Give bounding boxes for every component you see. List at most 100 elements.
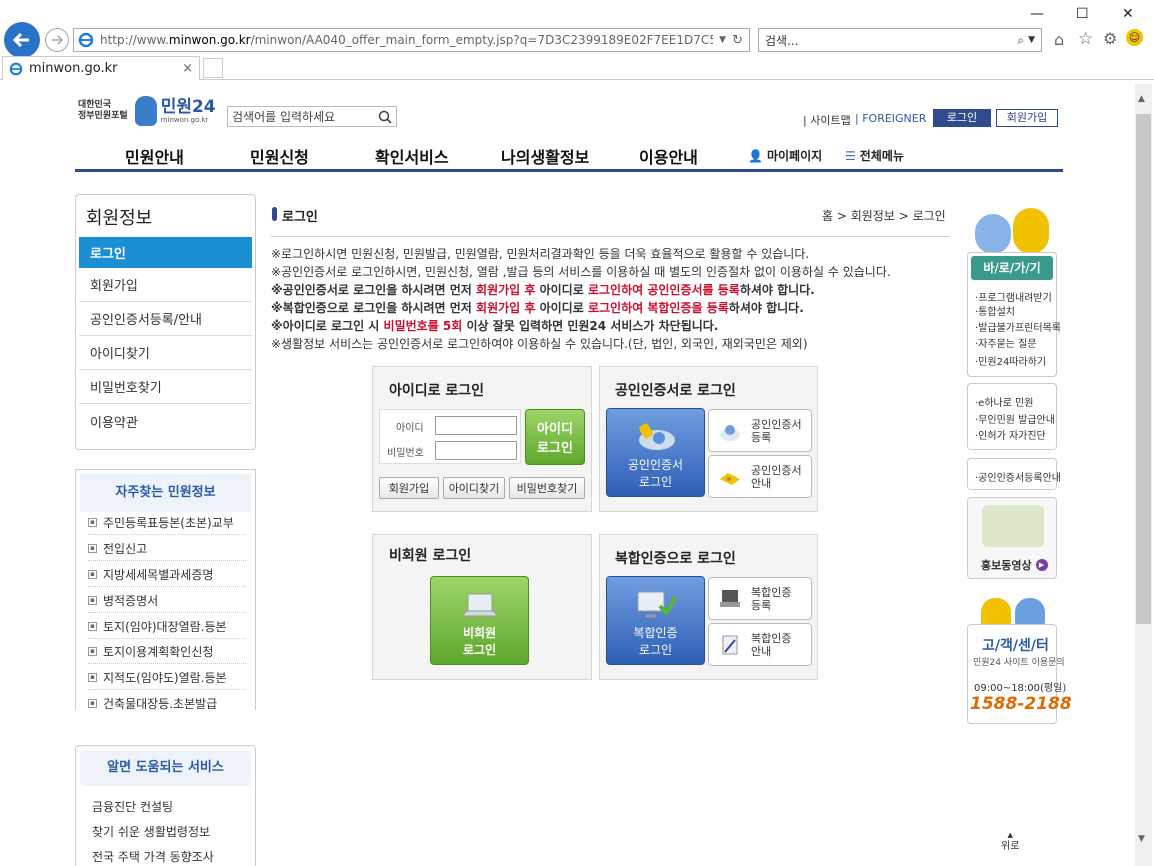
arrow-left-icon bbox=[12, 32, 29, 48]
mascot-logo-icon bbox=[134, 96, 157, 126]
quick-link[interactable]: ·민원24따라하기 bbox=[975, 353, 1046, 368]
site-search-input[interactable]: 검색어를 입력하세요 bbox=[227, 106, 397, 127]
multi-login-title: 복합인증으로 로그인 bbox=[615, 551, 736, 567]
favorite-item[interactable]: ▪ 주민등록표등본(초본)교부 bbox=[88, 510, 246, 535]
multi-register-button[interactable]: 복합인증 등록 bbox=[708, 577, 812, 620]
nav-check-service[interactable]: 확인서비스 bbox=[375, 144, 449, 168]
breadcrumb: 홈 > 회원정보 > 로그인 bbox=[822, 209, 946, 223]
lnb-title: 회원정보 bbox=[86, 208, 153, 229]
search-icon[interactable]: ⌕ bbox=[1017, 33, 1024, 48]
quick-link[interactable]: ·프로그램내려받기 bbox=[975, 289, 1052, 304]
bullet-icon: ▪ bbox=[88, 595, 97, 605]
address-bar[interactable]: http://www.minwon.go.kr/minwon/AA040_off… bbox=[73, 28, 750, 52]
favorites-star-icon[interactable]: ☆ bbox=[1078, 29, 1093, 49]
password-input[interactable] bbox=[435, 441, 517, 460]
arrow-right-icon bbox=[52, 35, 64, 45]
gear-icon[interactable]: ⚙ bbox=[1103, 29, 1117, 48]
quick-link[interactable]: ·e하나로 민원 bbox=[975, 394, 1034, 409]
smiley-icon[interactable]: ☺ bbox=[1126, 29, 1143, 46]
service-item[interactable]: 전국 주택 가격 동향조사 bbox=[92, 848, 214, 865]
favorite-item[interactable]: ▪ 토지(임야)대장열람.등본 bbox=[88, 614, 246, 639]
services-title: 알면 도움되는 서비스 bbox=[80, 750, 251, 786]
new-tab-button[interactable] bbox=[203, 58, 223, 78]
close-button[interactable]: ✕ bbox=[1122, 6, 1134, 22]
id-login-button[interactable]: 아이디 로그인 bbox=[525, 409, 585, 465]
favorite-item[interactable]: ▪ 병적증명서 bbox=[88, 588, 246, 613]
id-input[interactable] bbox=[435, 416, 517, 435]
quick-link[interactable]: ·발급불가프린터목록 bbox=[975, 319, 1061, 334]
laptop-icon bbox=[461, 593, 498, 617]
signup-button[interactable]: 회원가입 bbox=[996, 109, 1058, 127]
foreigner-link[interactable]: | FOREIGNER bbox=[855, 112, 926, 125]
quick-link[interactable]: ·공인인증서등록안내 bbox=[975, 469, 1061, 484]
nav-usage-guide[interactable]: 이용안내 bbox=[639, 144, 698, 168]
favorite-item[interactable]: ▪ 지방세세목별과세증명 bbox=[88, 562, 246, 587]
quick-link[interactable]: ·무인민원 발급안내 bbox=[975, 411, 1055, 426]
maximize-button[interactable]: ☐ bbox=[1076, 6, 1089, 22]
scroll-up-icon[interactable]: ▲ bbox=[1138, 94, 1145, 104]
lnb-item-find-id[interactable]: 아이디찾기 bbox=[79, 336, 252, 370]
up-arrow-icon: ▲ bbox=[1007, 831, 1013, 839]
favorite-item[interactable]: ▪ 건축물대장등.초본발급 bbox=[88, 691, 246, 716]
quick-mascot-image bbox=[970, 202, 1054, 254]
favorite-item[interactable]: ▪ 토지이용계획확인신청 bbox=[88, 639, 246, 664]
back-button[interactable] bbox=[4, 22, 40, 58]
quick-link[interactable]: ·통합설치 bbox=[975, 303, 1015, 318]
dropdown-icon[interactable]: ▼ bbox=[719, 35, 726, 45]
home-icon[interactable]: ⌂ bbox=[1054, 30, 1064, 49]
multi-login-button[interactable]: 복합인증 로그인 bbox=[606, 576, 705, 665]
ie-icon bbox=[9, 62, 23, 75]
page-title: 로그인 bbox=[282, 210, 318, 225]
service-item[interactable]: 찾기 쉬운 생활법령정보 bbox=[92, 823, 210, 840]
nav-civil-guide[interactable]: 민원안내 bbox=[125, 144, 184, 168]
lnb-item-signup[interactable]: 회원가입 bbox=[79, 268, 252, 302]
monitor-check-icon bbox=[637, 591, 678, 618]
multi-guide-button[interactable]: 복합인증 안내 bbox=[708, 623, 812, 666]
notice-line: ※아이디로 로그인 시 비밀번호를 5회 이상 잘못 입력하면 민원24 서비스… bbox=[271, 319, 719, 333]
go-top-link[interactable]: ▲ 위로 bbox=[1001, 829, 1019, 852]
nav-my-life-info[interactable]: 나의생활정보 bbox=[501, 144, 589, 168]
notice-line: ※생활정보 서비스는 공인인증서로 로그인하여야 이용하실 수 있습니다.(단,… bbox=[271, 337, 808, 351]
lnb-item-find-pw[interactable]: 비밀번호찾기 bbox=[79, 370, 252, 404]
favorites-title: 자주찾는 민원정보 bbox=[80, 474, 251, 512]
ie-icon bbox=[78, 32, 94, 48]
browser-tab[interactable]: minwon.go.kr × bbox=[2, 56, 200, 80]
quick-link[interactable]: ·인허가 자가진단 bbox=[975, 427, 1046, 442]
title-divider bbox=[271, 236, 949, 237]
lnb-item-login[interactable]: 로그인 bbox=[79, 237, 252, 268]
center-hours: 09:00~18:00(평일) bbox=[974, 683, 1067, 694]
play-icon: ▶ bbox=[1035, 559, 1048, 571]
find-id-button[interactable]: 아이디찾기 bbox=[443, 477, 505, 499]
refresh-icon[interactable]: ↻ bbox=[732, 33, 743, 48]
guest-login-title: 비회원 로그인 bbox=[389, 548, 472, 564]
search-icon[interactable] bbox=[378, 110, 392, 124]
tab-close-icon[interactable]: × bbox=[182, 61, 193, 76]
lnb-item-terms[interactable]: 이용약관 bbox=[79, 404, 252, 438]
find-pw-button[interactable]: 비밀번호찾기 bbox=[509, 477, 585, 499]
scrollbar-thumb[interactable] bbox=[1136, 114, 1151, 624]
browser-search-input[interactable]: 검색... ⌕ ▼ bbox=[758, 28, 1042, 52]
guest-login-button[interactable]: 비회원 로그인 bbox=[430, 576, 529, 665]
lnb-item-cert-register[interactable]: 공인인증서등록/안내 bbox=[79, 302, 252, 336]
notice-line: ※복합인증으로 로그인을 하시려면 먼저 회원가입 후 아이디로 로그인하여 복… bbox=[271, 301, 804, 315]
forward-button[interactable] bbox=[45, 28, 69, 52]
nav-allmenu[interactable]: ☰ 전체메뉴 bbox=[845, 147, 904, 164]
nav-civil-apply[interactable]: 민원신청 bbox=[250, 144, 309, 168]
nav-mypage[interactable]: 👤 마이페이지 bbox=[748, 147, 822, 164]
cert-login-button[interactable]: 공인인증서 로그인 bbox=[606, 408, 705, 497]
cert-register-icon bbox=[720, 424, 740, 441]
signup-small-button[interactable]: 회원가입 bbox=[379, 477, 439, 499]
quick-link[interactable]: ·자주묻는 질문 bbox=[975, 335, 1037, 350]
favorite-item[interactable]: ▪ 전입신고 bbox=[88, 536, 246, 561]
cert-guide-button[interactable]: 공인인증서 안내 bbox=[708, 455, 812, 498]
site-logo[interactable]: 대한민국 정부민원포털 민원24 minwon.go.kr bbox=[78, 92, 218, 130]
center-phone: 1588-2188 bbox=[970, 694, 1072, 714]
dropdown-icon[interactable]: ▼ bbox=[1028, 35, 1035, 45]
scroll-down-icon[interactable]: ▼ bbox=[1138, 834, 1145, 844]
login-button[interactable]: 로그인 bbox=[933, 109, 991, 127]
favorite-item[interactable]: ▪ 지적도(임야도)열람.등본 bbox=[88, 665, 246, 690]
minimize-button[interactable]: — bbox=[1030, 6, 1044, 22]
cert-register-button[interactable]: 공인인증서 등록 bbox=[708, 409, 812, 452]
sitemap-link[interactable]: | 사이트맵 bbox=[803, 112, 851, 128]
service-item[interactable]: 금융진단 컨설팅 bbox=[92, 798, 173, 815]
